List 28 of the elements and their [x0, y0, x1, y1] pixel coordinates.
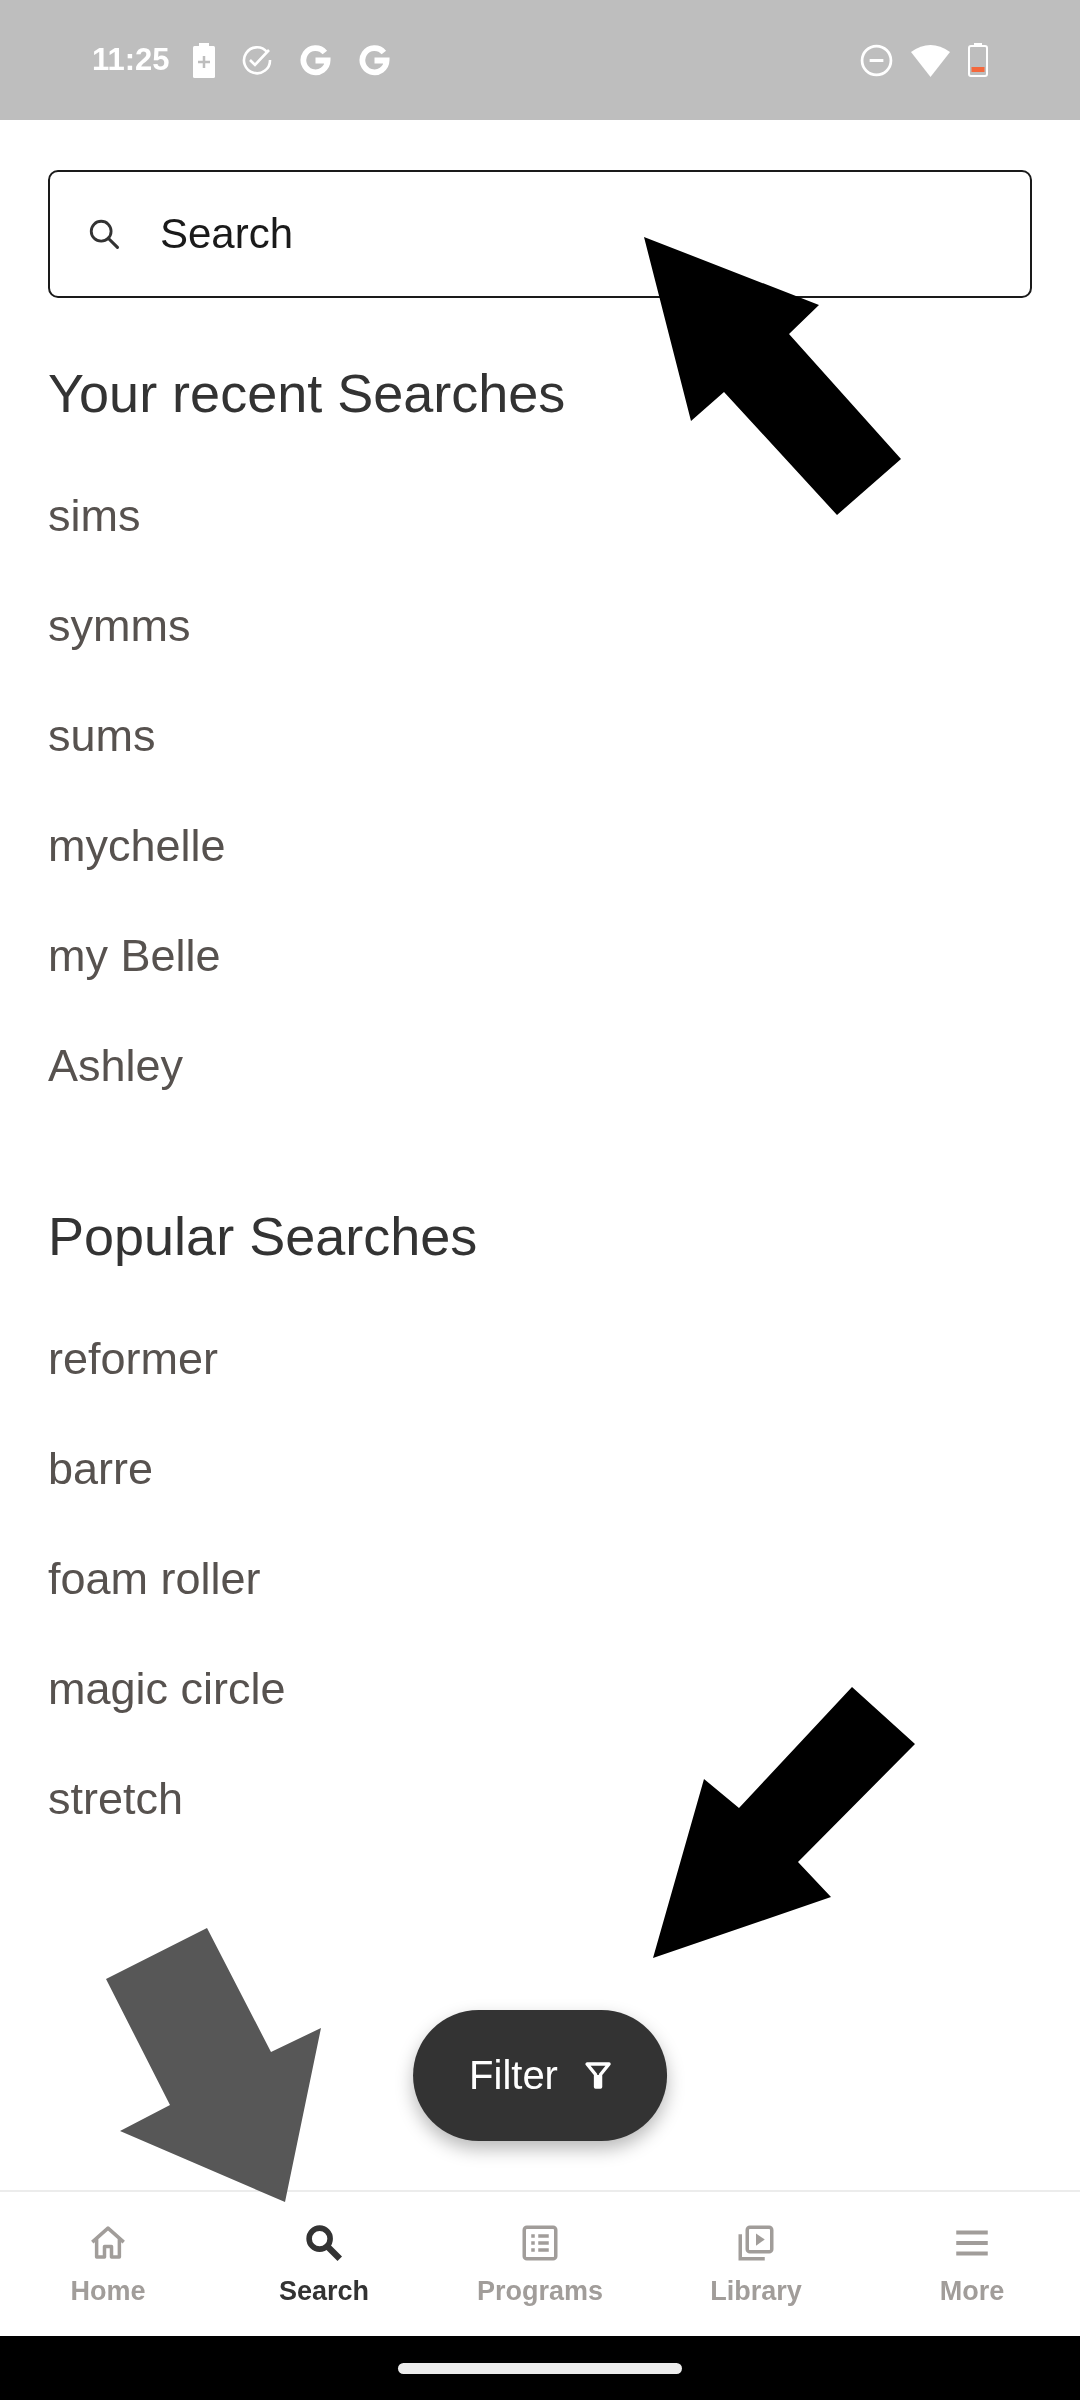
search-term-item[interactable]: foam roller [48, 1551, 261, 1607]
do-not-disturb-icon [860, 43, 893, 77]
status-time: 11:25 [92, 42, 170, 78]
wifi-icon [911, 43, 950, 77]
battery-icon [968, 43, 988, 77]
gesture-handle[interactable] [398, 2362, 682, 2374]
g-icon [357, 43, 391, 77]
search-term-item[interactable]: magic circle [48, 1661, 286, 1717]
battery-charging-icon [192, 42, 215, 78]
search-term-item[interactable]: mychelle [48, 818, 226, 874]
check-circle-icon [240, 44, 273, 76]
search-icon [303, 2222, 345, 2264]
search-icon [87, 217, 121, 251]
search-term-item[interactable]: Ashley [48, 1038, 184, 1094]
g-icon [298, 43, 332, 77]
search-term-item[interactable]: my Belle [48, 928, 221, 984]
search-term-item[interactable]: symms [48, 598, 191, 654]
funnel-icon [583, 2061, 612, 2090]
bottom-nav-tab[interactable]: Search [278, 2222, 370, 2308]
search-term-item[interactable]: sums [48, 708, 156, 764]
filter-button[interactable]: Filter [413, 2010, 667, 2141]
search-field[interactable]: Search [48, 170, 1032, 298]
search-term-item[interactable]: stretch [48, 1771, 184, 1827]
search-term-item[interactable]: reformer [48, 1331, 219, 1387]
search-term-item[interactable]: barre [48, 1441, 154, 1497]
section-heading: Your recent Searches [48, 362, 566, 425]
section-heading: Popular Searches [48, 1205, 478, 1268]
search-term-item[interactable]: sims [48, 488, 141, 544]
